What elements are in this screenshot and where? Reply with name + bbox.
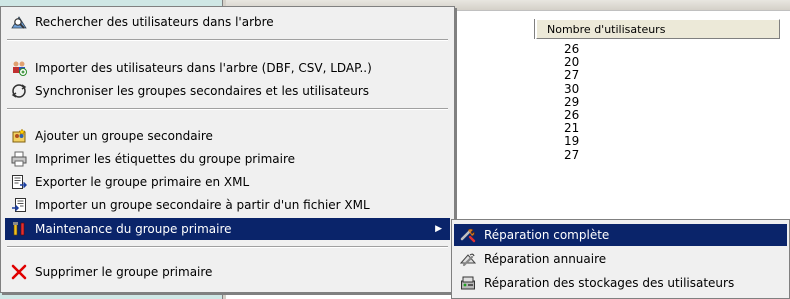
submenu-item-directory-repair[interactable]: Réparation annuaire (454, 248, 787, 270)
menu-item-label: Supprimer le groupe primaire (35, 265, 213, 279)
menu-item-print-labels[interactable]: Imprimer les étiquettes du groupe primai… (5, 148, 450, 170)
menu-item-search-users[interactable]: Rechercher des utilisateurs dans l'arbre (5, 11, 450, 33)
menu-item-export-xml[interactable]: Exporter le groupe primaire en XML (5, 171, 450, 193)
menu-item-label: Imprimer les étiquettes du groupe primai… (35, 152, 296, 166)
maintenance-icon (13, 222, 25, 236)
menu-item-label: Importer des utilisateurs dans l'arbre (… (35, 61, 372, 75)
submenu-arrow-icon: ▶ (435, 224, 442, 234)
submenu-item-label: Réparation annuaire (484, 252, 607, 266)
add-group-icon (12, 128, 26, 143)
list-item[interactable]: 27 (564, 69, 579, 82)
sync-icon (11, 84, 27, 98)
export-xml-icon (12, 175, 27, 189)
list-item[interactable]: 19 (564, 135, 579, 148)
menu-item-label: Ajouter un groupe secondaire (35, 129, 213, 143)
menu-separator (7, 246, 448, 248)
menu-item-label: Rechercher des utilisateurs dans l'arbre (35, 15, 274, 29)
directory-repair-icon (460, 253, 476, 267)
maintenance-submenu: Réparation complète Réparation annuaire … (451, 219, 790, 299)
menu-item-label: Maintenance du groupe primaire (35, 222, 232, 236)
menu-item-maintenance[interactable]: Maintenance du groupe primaire ▶ (5, 218, 450, 240)
column-header-user-count[interactable]: Nombre d'utilisateurs (536, 19, 780, 39)
menu-item-sync-groups[interactable]: Synchroniser les groupes secondaires et … (5, 80, 450, 102)
menu-item-label: Importer un groupe secondaire à partir d… (35, 198, 370, 212)
search-tree-icon (11, 16, 27, 29)
menu-separator (7, 108, 448, 110)
menu-item-label: Exporter le groupe primaire en XML (35, 175, 250, 189)
user-count-list: 26 20 27 30 29 26 21 19 27 (564, 42, 579, 162)
menu-item-import-xml[interactable]: Importer un groupe secondaire à partir d… (5, 194, 450, 216)
submenu-item-label: Réparation des stockages des utilisateur… (484, 276, 735, 290)
delete-x-icon (11, 264, 27, 280)
import-users-icon (13, 61, 27, 76)
import-xml-icon (12, 198, 26, 212)
menu-item-delete-primary-group[interactable]: Supprimer le groupe primaire (5, 261, 450, 283)
menu-item-import-users[interactable]: Importer des utilisateurs dans l'arbre (… (5, 57, 450, 79)
list-item[interactable]: 30 (564, 82, 579, 96)
wrench-icon (460, 228, 476, 243)
menu-item-label: Synchroniser les groupes secondaires et … (35, 84, 370, 98)
context-menu: Rechercher des utilisateurs dans l'arbre… (0, 6, 455, 293)
menu-separator (7, 39, 448, 41)
printer-icon (11, 151, 27, 167)
storage-repair-icon (461, 276, 475, 290)
submenu-item-storage-repair[interactable]: Réparation des stockages des utilisateur… (454, 272, 787, 294)
list-item[interactable]: 27 (564, 148, 579, 162)
submenu-item-label: Réparation complète (484, 228, 610, 242)
submenu-item-full-repair[interactable]: Réparation complète (454, 224, 787, 246)
menu-item-add-secondary-group[interactable]: Ajouter un groupe secondaire (5, 125, 450, 147)
list-item[interactable]: 29 (564, 95, 579, 109)
column-separator[interactable] (534, 19, 535, 39)
